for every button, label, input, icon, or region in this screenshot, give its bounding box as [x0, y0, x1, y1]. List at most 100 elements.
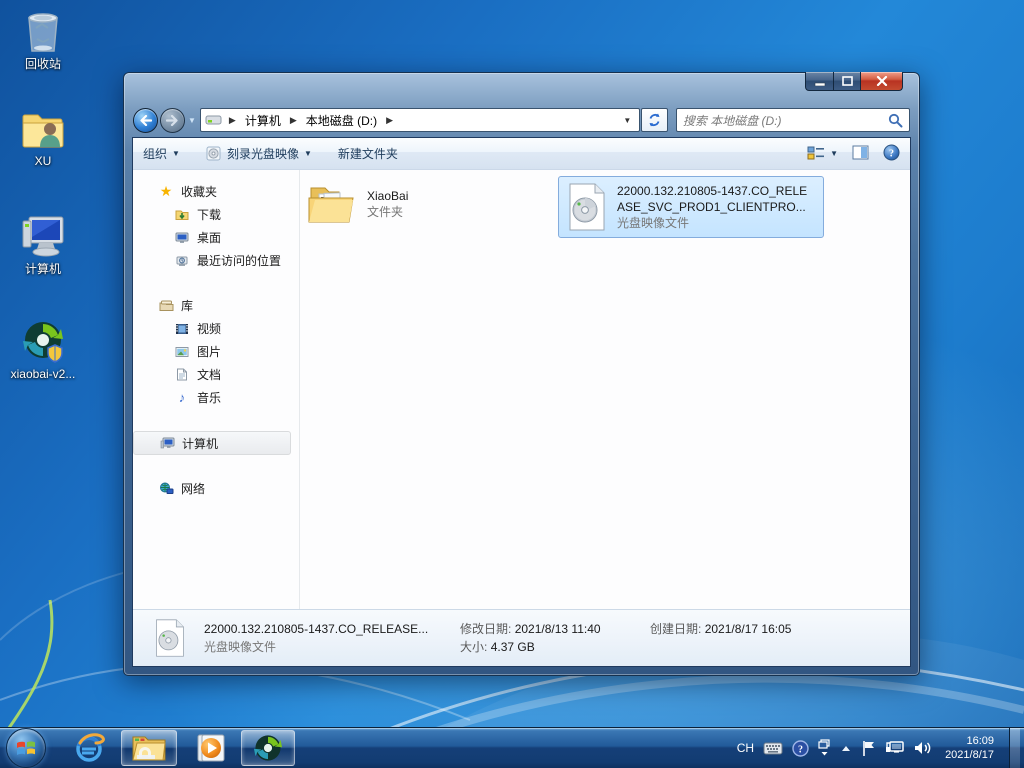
sidebar-label: 计算机 — [182, 435, 218, 452]
new-folder-button[interactable]: 新建文件夹 — [338, 145, 398, 162]
modified-date-label: 修改日期: — [460, 622, 511, 636]
sidebar-item-pictures[interactable]: 图片 — [133, 340, 299, 363]
sidebar-label: 库 — [181, 297, 193, 314]
search-icon[interactable] — [888, 113, 903, 128]
desktop-icon-label: XU — [0, 154, 86, 168]
maximize-button[interactable] — [834, 72, 861, 91]
details-file-name: 22000.132.210805-1437.CO_RELEASE... — [204, 620, 460, 638]
sidebar-item-computer[interactable]: 计算机 — [133, 431, 291, 455]
clock-time: 16:09 — [945, 734, 994, 748]
help-icon: ? — [883, 144, 900, 161]
search-input[interactable]: 搜索 本地磁盘 (D:) — [683, 112, 888, 129]
refresh-button[interactable] — [641, 108, 668, 132]
sidebar-item-desktop[interactable]: 桌面 — [133, 226, 299, 249]
taskbar-item-xiaobai-active[interactable] — [241, 730, 295, 766]
sidebar-item-videos[interactable]: 视频 — [133, 317, 299, 340]
show-hidden-icons-button[interactable] — [840, 744, 852, 753]
caret-down-icon: ▼ — [304, 149, 312, 158]
size-value: 4.37 GB — [491, 640, 535, 654]
address-row: ▼ ▶ 计算机 ▶ 本地磁盘 (D:) ▶ ▼ — [133, 105, 910, 135]
command-bar: 组织 ▼ 刻录光盘映像 ▼ 新建文件夹 — [133, 138, 910, 170]
address-dropdown-icon[interactable]: ▼ — [623, 116, 635, 125]
preview-pane-icon — [852, 145, 869, 160]
help-button[interactable]: ? — [883, 144, 900, 164]
file-tile-xiaobai-folder[interactable]: XiaoBai 文件夹 — [307, 182, 408, 226]
ime-help-icon[interactable]: ? — [792, 740, 809, 757]
ime-toolbar-icon[interactable] — [818, 739, 831, 757]
desktop-icon-label: 计算机 — [0, 262, 86, 276]
clock-date: 2021/8/17 — [945, 748, 994, 762]
taskbar-item-media-player[interactable] — [183, 730, 235, 766]
minimize-button[interactable] — [805, 72, 834, 91]
desktop-icon-xiaobai-app[interactable]: xiaobai-v2... — [0, 318, 86, 381]
sidebar-item-music[interactable]: ♪ 音乐 — [133, 386, 299, 409]
network-status-icon[interactable] — [885, 740, 905, 756]
desktop: 回收站 XU 计算机 — [0, 0, 1024, 768]
action-center-flag-icon[interactable] — [861, 740, 876, 757]
navigation-pane: ★ 收藏夹 下载 桌面 — [133, 170, 299, 609]
address-bar[interactable]: ▶ 计算机 ▶ 本地磁盘 (D:) ▶ ▼ — [200, 108, 640, 132]
computer-small-icon — [158, 437, 176, 450]
organize-menu[interactable]: 组织 ▼ — [143, 145, 180, 162]
breadcrumb-local-disk-d[interactable]: 本地磁盘 (D:) — [304, 112, 379, 129]
start-button[interactable] — [6, 728, 46, 768]
file-tile-iso-selected[interactable]: 22000.132.210805-1437.CO_RELEASE_SVC_PRO… — [558, 176, 824, 238]
explorer-window: ▼ ▶ 计算机 ▶ 本地磁盘 (D:) ▶ ▼ — [123, 72, 920, 676]
breadcrumb-arrow-icon: ▶ — [379, 115, 400, 126]
taskbar-item-internet-explorer[interactable] — [63, 730, 115, 766]
burn-label: 刻录光盘映像 — [227, 145, 299, 162]
close-button[interactable] — [861, 72, 903, 91]
taskbar: CH ? — [0, 727, 1024, 768]
disc-image-file-icon — [567, 183, 607, 231]
internet-explorer-icon — [72, 731, 106, 765]
caret-down-icon: ▼ — [830, 149, 838, 158]
history-chevron-icon[interactable]: ▼ — [188, 116, 196, 125]
volume-icon[interactable] — [914, 740, 932, 756]
disc-image-file-icon — [154, 619, 186, 657]
drive-icon — [205, 114, 222, 126]
show-desktop-button[interactable] — [1009, 728, 1020, 768]
sidebar-label: 网络 — [181, 480, 205, 497]
sidebar-label: 文档 — [197, 366, 221, 383]
xiaobai-app-icon — [20, 318, 66, 364]
downloads-icon — [173, 209, 191, 221]
recycle-bin-icon — [21, 8, 65, 54]
keyboard-icon[interactable] — [763, 742, 783, 755]
sidebar-label: 音乐 — [197, 389, 221, 406]
explorer-client-area: 组织 ▼ 刻录光盘映像 ▼ 新建文件夹 — [132, 137, 911, 667]
sidebar-item-favorites[interactable]: ★ 收藏夹 — [133, 180, 299, 203]
media-player-icon — [192, 732, 226, 764]
content-area: ★ 收藏夹 下载 桌面 — [133, 170, 910, 609]
breadcrumb-arrow-icon: ▶ — [283, 115, 304, 126]
taskbar-clock[interactable]: 16:09 2021/8/17 — [945, 734, 994, 762]
svg-text:?: ? — [889, 148, 894, 159]
preview-pane-button[interactable] — [852, 145, 869, 163]
desktop-icon-recycle-bin[interactable]: 回收站 — [0, 8, 86, 71]
burn-disc-image-button[interactable]: 刻录光盘映像 ▼ — [206, 145, 312, 162]
disc-icon — [206, 146, 221, 161]
sidebar-item-documents[interactable]: 文档 — [133, 363, 299, 386]
sidebar-item-network[interactable]: 网络 — [133, 477, 299, 500]
back-button[interactable] — [133, 108, 158, 133]
created-date-value: 2021/8/17 16:05 — [705, 622, 792, 636]
file-name: 22000.132.210805-1437.CO_RELEASE_SVC_PRO… — [617, 183, 815, 215]
network-icon — [157, 482, 175, 495]
libraries-icon — [157, 300, 175, 312]
desktop-icon-computer[interactable]: 计算机 — [0, 213, 86, 276]
sidebar-label: 最近访问的位置 — [197, 252, 281, 269]
explorer-folder-icon — [131, 733, 167, 763]
change-view-button[interactable]: ▼ — [807, 146, 838, 161]
sidebar-item-libraries[interactable]: 库 — [133, 294, 299, 317]
taskbar-item-explorer-active[interactable] — [121, 730, 177, 766]
breadcrumb-computer[interactable]: 计算机 — [243, 112, 283, 129]
language-indicator[interactable]: CH — [737, 741, 754, 755]
folder-icon — [307, 182, 357, 226]
sidebar-item-downloads[interactable]: 下载 — [133, 203, 299, 226]
desktop-icon-xu-folder[interactable]: XU — [0, 107, 86, 168]
forward-button[interactable] — [160, 108, 185, 133]
system-tray: CH ? — [737, 728, 1024, 768]
sidebar-label: 收藏夹 — [181, 183, 217, 200]
search-box[interactable]: 搜索 本地磁盘 (D:) — [676, 108, 910, 132]
size-label: 大小: — [460, 640, 487, 654]
sidebar-item-recent-places[interactable]: 最近访问的位置 — [133, 249, 299, 272]
